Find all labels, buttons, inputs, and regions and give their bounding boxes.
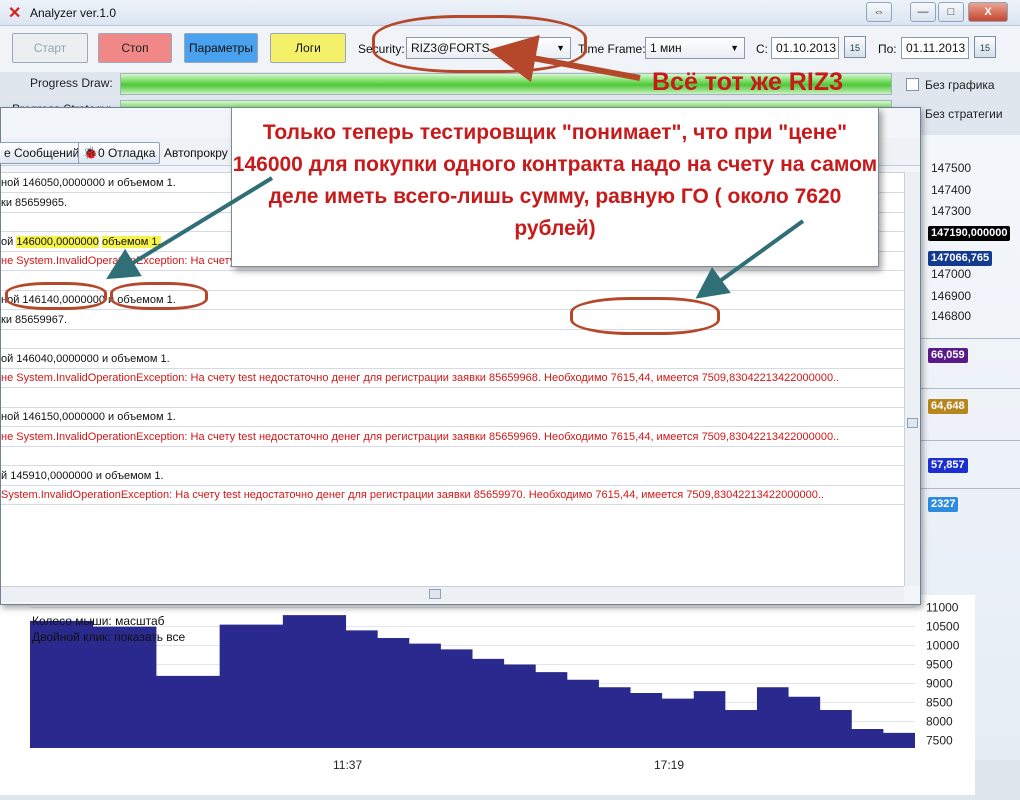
price-tick: 147400 xyxy=(931,183,972,197)
indicator-price-badge: 147066,765 xyxy=(928,251,993,266)
from-label: С: xyxy=(756,42,768,56)
y-tick-label: 11000 xyxy=(926,601,959,615)
scroll-thumb[interactable] xyxy=(907,418,918,428)
y-tick-label: 9500 xyxy=(926,658,953,672)
price-tick: 146800 xyxy=(931,309,972,323)
y-tick-label: 7500 xyxy=(926,733,953,747)
swap-icon[interactable]: ⇔ xyxy=(866,2,892,22)
y-tick-label: 8000 xyxy=(926,714,953,728)
highlighted-volume: объемом 1. xyxy=(101,235,161,248)
log-row[interactable]: ой 146040,0000000 и объемом 1. xyxy=(1,350,904,369)
pane-divider xyxy=(920,440,1020,441)
price-tick: 147300 xyxy=(931,204,972,218)
debug-toggle[interactable]: 🐞0 Отладка xyxy=(78,142,161,164)
volume-badge: 2327 xyxy=(928,497,959,512)
indicator-badge: 66,059 xyxy=(928,348,968,363)
last-price-badge: 147190,000000 xyxy=(928,226,1011,241)
horizontal-scrollbar[interactable] xyxy=(1,586,904,602)
checkbox-box xyxy=(906,78,919,91)
calendar-icon[interactable]: 15 xyxy=(844,36,866,58)
log-row[interactable] xyxy=(1,330,904,349)
indicator-badge: 64,648 xyxy=(928,399,968,414)
time-tick: 11:37 xyxy=(333,758,363,772)
app-logo-icon: ✕ xyxy=(8,5,22,22)
y-tick-label: 10000 xyxy=(926,639,960,653)
to-label: По: xyxy=(878,42,897,56)
close-button[interactable]: X xyxy=(968,2,1008,22)
y-tick-label: 8500 xyxy=(926,695,953,709)
calendar-icon[interactable]: 15 xyxy=(974,36,996,58)
price-tick: 147500 xyxy=(931,161,972,175)
log-row[interactable]: й 145910,0000000 и объемом 1. xyxy=(1,467,904,486)
chart-hint-zoom: Колесо мыши: масштаб xyxy=(32,614,165,628)
vertical-scrollbar[interactable] xyxy=(904,172,920,586)
time-tick: 17:19 xyxy=(654,758,685,772)
debug-label: 0 Отладка xyxy=(97,146,156,160)
window-title: Analyzer ver.1.0 xyxy=(30,6,117,20)
price-tick: 146900 xyxy=(931,289,972,303)
timeframe-label: Time Frame: xyxy=(578,42,646,56)
timeframe-select[interactable]: 1 мин ▼ xyxy=(645,37,745,59)
y-tick-label: 9000 xyxy=(926,676,953,690)
highlight-oval xyxy=(5,282,107,310)
chevron-down-icon: ▼ xyxy=(730,43,739,53)
log-row[interactable]: не System.InvalidOperationException: На … xyxy=(1,369,904,388)
scroll-thumb[interactable] xyxy=(429,589,441,599)
y-tick-label: 10500 xyxy=(926,620,960,634)
highlighted-price: 146000,0000000 xyxy=(16,235,99,248)
log-row[interactable] xyxy=(1,447,904,466)
start-button[interactable]: Старт xyxy=(12,33,88,63)
pane-divider xyxy=(920,388,1020,389)
bug-icon: 🐞 xyxy=(83,146,98,160)
stop-button[interactable]: Стоп xyxy=(98,33,172,63)
log-row[interactable]: ной 146150,0000000 и объемом 1. xyxy=(1,408,904,427)
log-row[interactable]: System.InvalidOperationException: На сче… xyxy=(1,486,904,505)
chart-hint-reset: Двойной клик: показать все xyxy=(32,630,186,644)
annotation-security-note: Всё тот же RIZ3 xyxy=(652,68,843,96)
log-text: ой xyxy=(1,235,17,248)
log-row[interactable]: не System.InvalidOperationException: На … xyxy=(1,428,904,447)
minimize-button[interactable]: — xyxy=(910,2,936,22)
parameters-button[interactable]: Параметры xyxy=(184,33,258,63)
timeframe-value: 1 мин xyxy=(650,41,682,55)
from-date-input[interactable]: 01.10.2013 xyxy=(771,37,839,59)
autoscroll-toggle[interactable]: Автопрокру xyxy=(159,142,233,164)
log-row[interactable] xyxy=(1,389,904,408)
progress-draw-label: Progress Draw: xyxy=(30,76,113,90)
logs-button[interactable]: Логи xyxy=(270,33,346,63)
pane-divider xyxy=(920,488,1020,489)
price-tick: 147000 xyxy=(931,267,972,281)
annotation-callout: Только теперь тестировщик "понимает", чт… xyxy=(231,107,879,267)
highlight-oval xyxy=(372,15,587,73)
maximize-button[interactable]: □ xyxy=(938,2,964,22)
log-row[interactable]: ки 85659967. xyxy=(1,311,904,330)
messages-toggle[interactable]: е Сообщений xyxy=(0,142,85,164)
to-date-input[interactable]: 01.11.2013 xyxy=(901,37,969,59)
highlight-oval xyxy=(570,297,720,335)
indicator-badge: 57,857 xyxy=(928,458,968,473)
highlight-oval xyxy=(110,282,208,310)
no-chart-label: Без графика xyxy=(925,78,995,92)
no-chart-checkbox[interactable]: Без графика xyxy=(906,78,995,92)
pane-divider xyxy=(920,338,1020,339)
no-strategy-label: Без стратегии xyxy=(925,107,1003,121)
